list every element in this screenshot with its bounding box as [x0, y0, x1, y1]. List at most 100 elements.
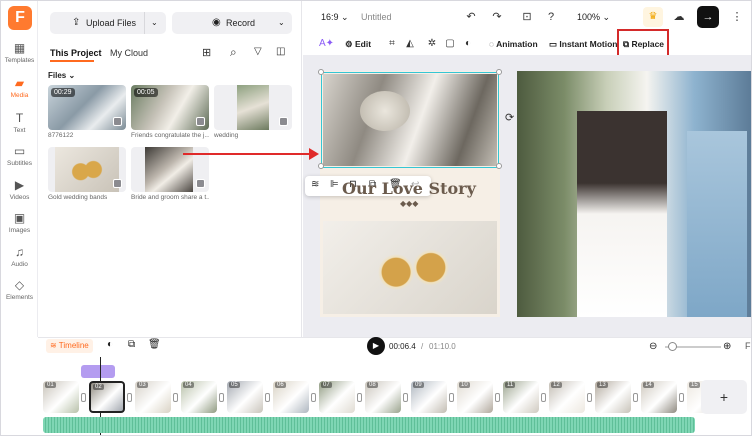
timeline-clip[interactable]: 02	[89, 381, 125, 413]
add-clip-button[interactable]: +	[701, 380, 747, 414]
added-check-icon	[196, 179, 205, 188]
transition-handle[interactable]	[173, 393, 178, 402]
record-button[interactable]: ◉ Record ⌄	[172, 12, 292, 34]
clip-number: 05	[229, 382, 240, 388]
timeline-clip[interactable]: 10	[457, 381, 493, 413]
timeline-clip[interactable]: 05	[227, 381, 263, 413]
media-thumb-2[interactable]: 00:05	[131, 85, 209, 130]
rail-item-images[interactable]: ▣ Images	[1, 211, 38, 243]
transition-handle[interactable]	[541, 393, 546, 402]
upload-dropdown-chevron-icon[interactable]: ⌄	[151, 12, 158, 34]
timeline-clip[interactable]: 14	[641, 381, 677, 413]
audio-track[interactable]	[43, 417, 695, 433]
align-icon[interactable]: ⊫	[330, 179, 339, 190]
rail-item-elements[interactable]: ◇ Elements	[1, 278, 38, 310]
timeline-toggle[interactable]: ≋ Timeline	[46, 339, 93, 353]
added-check-icon	[196, 117, 205, 126]
undo-icon[interactable]: ↶	[463, 9, 479, 25]
trash-icon[interactable]: 🗑	[148, 339, 161, 350]
timeline-clip[interactable]: 09	[411, 381, 447, 413]
transition-handle[interactable]	[633, 393, 638, 402]
magic-icon[interactable]: ✲	[425, 36, 439, 52]
rail-item-label: Templates	[4, 57, 35, 64]
transition-handle[interactable]	[219, 393, 224, 402]
transition-handle[interactable]	[587, 393, 592, 402]
transition-handle[interactable]	[449, 393, 454, 402]
rail-item-media[interactable]: ▰ Media	[1, 76, 38, 108]
slide-page-right[interactable]	[517, 71, 751, 317]
timeline-clip[interactable]: 12	[549, 381, 585, 413]
record-dropdown-chevron-icon[interactable]: ⌄	[278, 12, 285, 34]
aspect-ratio-select[interactable]: 16:9 ⌄	[321, 12, 349, 23]
replace-button[interactable]: ⧉ Replace	[623, 33, 664, 55]
tab-my-cloud[interactable]: My Cloud	[110, 48, 148, 58]
help-icon[interactable]: ?	[543, 9, 559, 25]
transition-handle[interactable]	[127, 393, 132, 402]
transition-handle[interactable]	[403, 393, 408, 402]
transition-handle[interactable]	[357, 393, 362, 402]
more-menu-icon[interactable]: ⋮	[729, 9, 745, 25]
media-thumb-1[interactable]: 00:29	[48, 85, 126, 130]
timeline-clip[interactable]: 08	[365, 381, 401, 413]
rings-image[interactable]	[323, 221, 497, 314]
slide-page-left[interactable]: ⟳ ≋ ⊫ ⊓ ⧉ 🗑 ↩ Our Love Story ◆◆◆	[305, 69, 514, 317]
rail-item-text[interactable]: T Text	[1, 111, 38, 143]
story-title[interactable]: Our Love Story	[342, 179, 476, 198]
playhead-marker[interactable]	[81, 365, 115, 378]
timeline-clip[interactable]: 13	[595, 381, 631, 413]
transition-handle[interactable]	[81, 393, 86, 402]
transition-handle[interactable]	[311, 393, 316, 402]
screenshot-icon[interactable]: ⊡	[519, 9, 535, 25]
mask-icon[interactable]: ▢	[443, 36, 457, 52]
filter-icon[interactable]: ▽	[254, 46, 262, 57]
split-icon[interactable]: ◐	[107, 339, 113, 350]
edit-button[interactable]: ⚙ Edit	[345, 33, 371, 55]
rail-item-templates[interactable]: ▦ Templates	[1, 41, 38, 73]
flip-icon[interactable]: ◭	[403, 36, 417, 52]
copy-icon[interactable]: ⧉	[128, 339, 135, 350]
zoom-select[interactable]: 100% ⌄	[577, 12, 610, 23]
media-thumb-4[interactable]	[48, 147, 126, 192]
fit-button[interactable]: F	[745, 341, 751, 351]
crop-icon[interactable]: ⌗	[385, 36, 399, 52]
timeline-clip[interactable]: 06	[273, 381, 309, 413]
animation-button[interactable]: ◌ Animation	[489, 33, 538, 55]
timeline-clip[interactable]: 04	[181, 381, 217, 413]
shape-icon[interactable]: ◐	[461, 36, 475, 52]
transition-handle[interactable]	[495, 393, 500, 402]
ai-icon[interactable]: A✦	[319, 36, 334, 52]
transition-handle[interactable]	[265, 393, 270, 402]
upload-files-button[interactable]: ⇪ Upload Files ⌄	[50, 12, 166, 34]
media-caption: Gold wedding bands	[48, 194, 108, 201]
rail-item-label: Media	[10, 92, 29, 99]
timeline-clip[interactable]: 03	[135, 381, 171, 413]
instant-motion-button[interactable]: ▭ Instant Motion	[549, 33, 617, 55]
rotate-icon[interactable]: ⟳	[505, 111, 514, 124]
zoom-in-icon[interactable]: ⊕	[723, 341, 731, 352]
search-icon[interactable]: ⌕	[230, 45, 237, 60]
tab-this-project[interactable]: This Project	[50, 48, 102, 58]
sort-icon[interactable]: ◫	[276, 46, 285, 57]
export-arrow-icon[interactable]: →	[697, 6, 719, 28]
redo-icon[interactable]: ↷	[489, 9, 505, 25]
play-icon[interactable]: ▶	[367, 337, 385, 355]
project-title[interactable]: Untitled	[361, 12, 392, 22]
timeline-clip[interactable]: 07	[319, 381, 355, 413]
zoom-out-icon[interactable]: ⊖	[649, 341, 657, 352]
rail-item-audio[interactable]: ♫ Audio	[1, 245, 38, 277]
rail-item-videos[interactable]: ▶ Videos	[1, 178, 38, 210]
timeline-clip[interactable]: 11	[503, 381, 539, 413]
files-header[interactable]: Files ⌄	[48, 71, 75, 80]
transition-handle[interactable]	[679, 393, 684, 402]
rail-item-subtitles[interactable]: ▭ Subtitles	[1, 144, 38, 176]
media-panel: ⇪ Upload Files ⌄ ◉ Record ⌄ This Project…	[38, 1, 302, 337]
crown-icon[interactable]: ♛	[643, 7, 663, 27]
cloud-icon[interactable]: ☁	[671, 9, 687, 25]
layers-icon[interactable]: ≋	[311, 179, 319, 190]
timeline-clip[interactable]: 01	[43, 381, 79, 413]
new-folder-icon[interactable]: ⊞	[202, 46, 211, 59]
zoom-slider-thumb[interactable]	[668, 342, 677, 351]
decor-diamond-icon: ◆◆◆	[400, 199, 419, 208]
media-thumb-3[interactable]	[214, 85, 292, 130]
added-check-icon	[113, 117, 122, 126]
